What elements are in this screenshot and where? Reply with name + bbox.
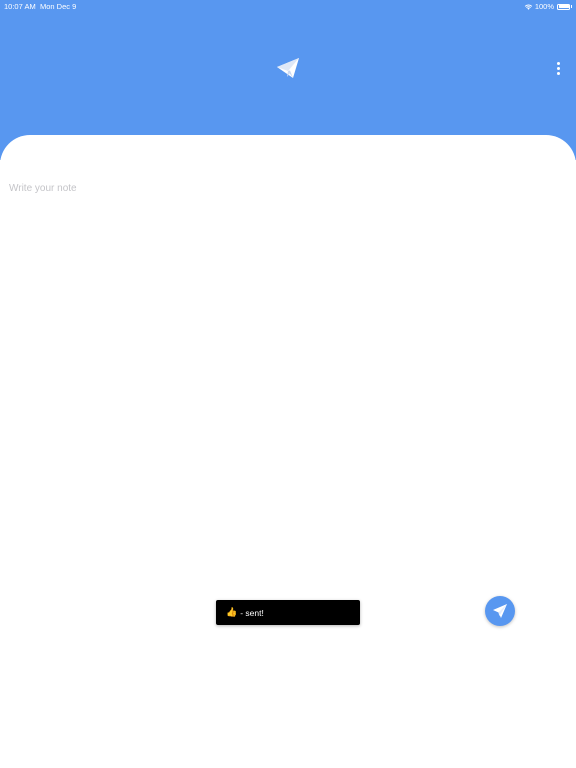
paper-plane-icon [277,58,299,78]
thumbs-up-icon: 👍 [226,607,238,617]
status-bar: 10:07 AM Mon Dec 9 100% [0,0,576,13]
send-button[interactable] [485,596,515,626]
sent-toast: 👍 - sent! [216,600,360,625]
status-time: 10:07 AM [4,2,36,11]
toast-message: - sent! [240,607,264,618]
battery-percentage: 100% [534,2,554,11]
status-date: Mon Dec 9 [40,2,77,11]
note-input[interactable] [9,179,565,579]
status-indicators: 100% [524,0,572,13]
more-vertical-icon [556,61,560,65]
send-icon [493,604,507,618]
wifi-icon [524,4,533,10]
more-options-button[interactable] [548,58,568,78]
battery-icon [557,3,570,10]
battery-tip [570,5,572,8]
note-card [0,135,576,768]
